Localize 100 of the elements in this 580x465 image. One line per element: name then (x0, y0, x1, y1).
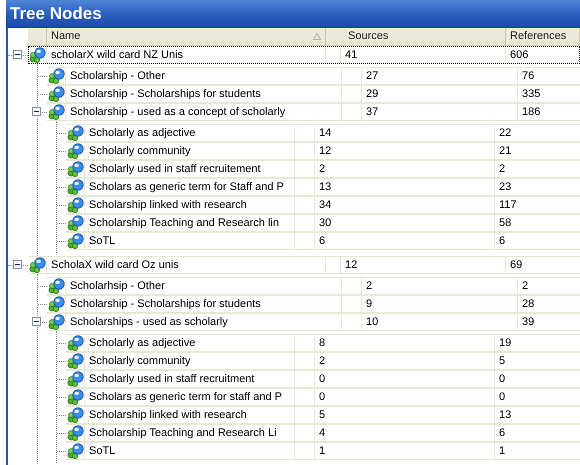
table-cell: 2 (315, 353, 495, 369)
collapse-button[interactable] (32, 107, 41, 116)
table-cell: 14 (315, 125, 495, 141)
collapse-button[interactable] (32, 317, 41, 326)
spheres-icon (66, 233, 84, 249)
table-cell: 34 (315, 197, 495, 213)
table-cell-text: 13 (498, 408, 512, 423)
tree-row[interactable]: scholarX wild card NZ Unis 41 606 (28, 46, 580, 64)
table-cell: 9 (362, 296, 518, 312)
tree-row[interactable]: Scholarship linked with research 34 117 (66, 196, 580, 214)
table-cell: 37 (362, 104, 518, 120)
node-name: Scholarly community (85, 353, 295, 369)
table-cell-text: 23 (498, 180, 512, 195)
table-cell: 5 (315, 407, 495, 423)
column-header[interactable]: Sources (344, 28, 506, 45)
tree-row[interactable]: Scholarly as adjective 14 22 (66, 124, 580, 142)
tree-row[interactable]: Scholarhsip - Other 2 2 (47, 277, 580, 295)
node-name: SoTL (85, 233, 295, 249)
minus-icon (14, 261, 21, 268)
table-cell-text: 0 (498, 372, 506, 387)
table-cell-text: 21 (498, 144, 512, 159)
table-cell-text: 58 (498, 216, 512, 231)
spheres-icon (48, 104, 64, 120)
tree-row[interactable]: Scholarship Teaching and Research lin 30 58 (66, 214, 580, 232)
table-cell-text: 1 (498, 444, 506, 459)
spheres-icon (48, 314, 64, 330)
node-name: ScholaX wild card Oz unis (47, 257, 326, 273)
table-cell-text: 186 (521, 104, 542, 120)
table-cell: 12 (341, 257, 506, 273)
collapse-button[interactable] (13, 260, 22, 269)
table-cell-text: 5 (498, 354, 506, 369)
spheres-icon (48, 278, 64, 294)
table-cell: 1 (315, 443, 495, 459)
spheres-icon (66, 353, 84, 369)
node-name: scholarX wild card NZ Unis (47, 47, 326, 63)
table-cell-text: 28 (521, 296, 536, 312)
collapse-button[interactable] (13, 50, 22, 59)
table-cell-text: 2 (521, 278, 530, 294)
spheres-icon (66, 443, 84, 459)
node-name: Scholarly used in staff recruitement (85, 161, 295, 177)
node-name: Scholarly as adjective (85, 125, 295, 141)
tree-row[interactable]: Scholarship - Scholarships for students 9 28 (47, 295, 580, 313)
tree-row[interactable]: Scholarly community 2 5 (66, 352, 580, 370)
tree-row[interactable]: Scholarly used in staff recruitement 2 2 (66, 160, 580, 178)
tree-row[interactable]: SoTL 1 1 (66, 442, 580, 460)
table-cell-text: 606 (509, 48, 530, 63)
spheres-icon (66, 407, 84, 423)
spheres-icon (66, 371, 84, 387)
table-cell: 13 (315, 179, 495, 195)
table-cell: 0 (315, 389, 495, 405)
table-cell: 2 (362, 278, 518, 294)
node-name: Scholars as generic term for staff and P (85, 389, 295, 405)
table-cell: 2 (315, 161, 495, 177)
node-name: SoTL (85, 443, 295, 459)
spheres-icon (66, 335, 84, 351)
tree-row[interactable]: Scholarship Teaching and Research Li 4 6 (66, 424, 580, 442)
node-name: Scholarship Teaching and Research lin (85, 215, 295, 231)
tree-row[interactable]: Scholars as generic term for Staff and P 13 23 (66, 178, 580, 196)
tree-row[interactable]: Scholarship - Scholarships for students 29 335 (47, 85, 580, 103)
spheres-icon (66, 179, 84, 195)
table-cell-text: 2 (498, 162, 506, 177)
spheres-icon (66, 389, 84, 405)
table-cell: 29 (362, 86, 518, 102)
spheres-icon (66, 161, 84, 177)
tree-row[interactable]: SoTL 6 6 (66, 232, 580, 250)
spheres-icon (48, 296, 64, 312)
spheres-icon (66, 125, 84, 141)
tree-row[interactable]: Scholarship - Other 27 76 (47, 67, 580, 85)
node-name: Scholarship linked with research (85, 197, 295, 213)
minus-icon (33, 318, 40, 325)
table-cell-text: 0 (498, 390, 506, 405)
node-name: Scholarly used in staff recruitment (85, 371, 295, 387)
tree-row[interactable]: Scholarly used in staff recruitment 0 0 (66, 370, 580, 388)
column-header[interactable]: References (506, 28, 580, 45)
table-cell-text: 6 (498, 426, 506, 441)
table-cell: 6 (315, 233, 495, 249)
tree-row[interactable]: Scholarship - used as a concept of scholarly 37 186 (47, 103, 580, 121)
table-cell: 4 (315, 425, 495, 441)
node-name: Scholarhsip - Other (66, 278, 342, 294)
tree-row[interactable]: Scholarship linked with research 5 13 (66, 406, 580, 424)
minus-icon (33, 108, 40, 115)
spheres-icon (48, 68, 64, 84)
table-cell-text: 335 (521, 86, 542, 102)
tree-row[interactable]: Scholars as generic term for staff and P 0 0 (66, 388, 580, 406)
column-header[interactable]: Name (47, 28, 326, 45)
spheres-icon (48, 86, 64, 102)
spheres-icon (28, 257, 46, 273)
tree-row[interactable]: Scholarly community 12 21 (66, 142, 580, 160)
tree-row[interactable]: Scholarships - used as scholarly 10 39 (47, 313, 580, 331)
tree-row[interactable]: ScholaX wild card Oz unis 12 69 (28, 256, 580, 274)
node-name: Scholarship Teaching and Research Li (85, 425, 295, 441)
table-cell-text: 69 (509, 258, 524, 273)
table-cell-text: 39 (521, 314, 536, 330)
table-cell: 8 (315, 335, 495, 351)
table-cell-text: 76 (521, 68, 536, 84)
spheres-icon (28, 47, 46, 63)
minus-icon (14, 51, 21, 58)
tree-row[interactable]: Scholarly as adjective 8 19 (66, 334, 580, 352)
table-cell: 27 (362, 68, 518, 84)
table-cell-text: 6 (498, 234, 506, 249)
